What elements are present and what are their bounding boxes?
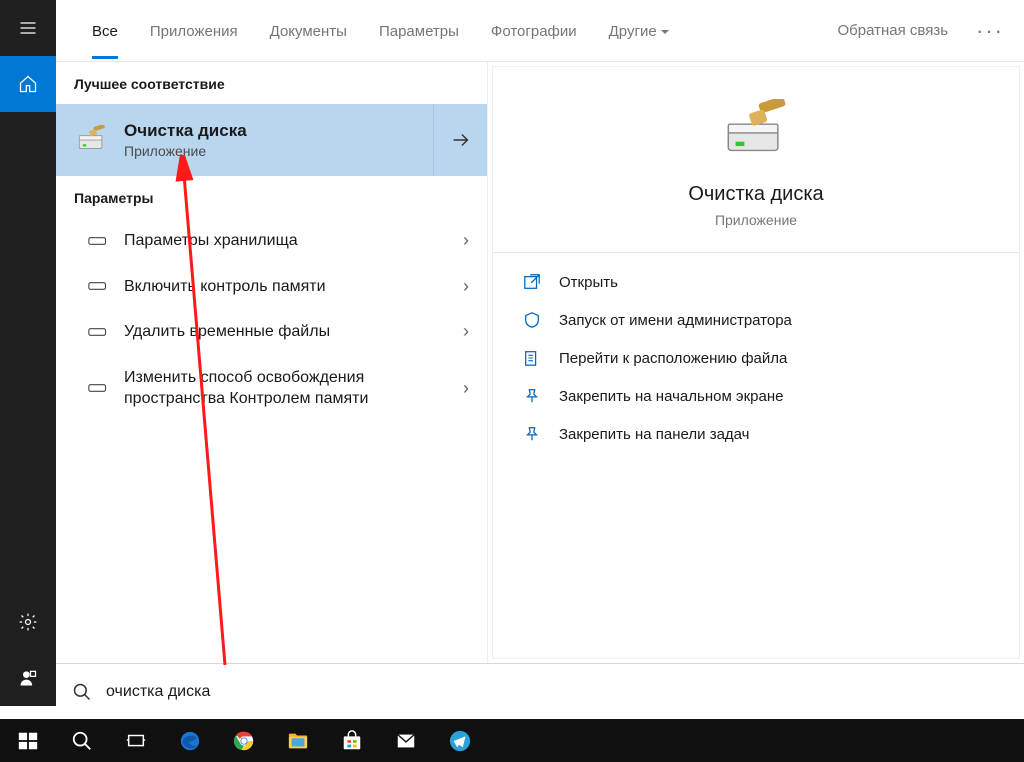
menu-button[interactable] xyxy=(0,0,56,56)
chevron-down-icon xyxy=(661,30,669,34)
person-icon xyxy=(18,668,38,688)
settings-glyph-icon xyxy=(88,327,110,337)
settings-glyph-icon xyxy=(88,236,110,246)
detail-column: Очистка диска Приложение Открыть Запуск … xyxy=(492,66,1020,659)
action-run-admin[interactable]: Запуск от имени администратора xyxy=(493,301,1019,339)
top-tabs: Все Приложения Документы Параметры Фотог… xyxy=(56,0,1024,62)
tab-apps[interactable]: Приложения xyxy=(134,3,254,59)
arrow-right-icon xyxy=(450,129,472,151)
taskbar-start-button[interactable] xyxy=(4,720,52,761)
feedback-link[interactable]: Обратная связь xyxy=(838,22,949,39)
mail-icon xyxy=(395,730,417,752)
shield-admin-icon xyxy=(523,311,541,329)
chevron-right-icon: › xyxy=(463,378,469,399)
disk-cleanup-icon xyxy=(74,122,110,158)
tab-more[interactable]: Другие xyxy=(593,3,685,59)
settings-glyph-icon xyxy=(88,383,110,393)
profile-button[interactable] xyxy=(0,650,56,706)
hamburger-icon xyxy=(18,18,38,38)
gear-icon xyxy=(18,612,38,632)
home-button[interactable] xyxy=(0,56,56,112)
disk-cleanup-large-icon xyxy=(721,99,791,163)
search-bar xyxy=(56,663,1024,719)
taskbar-chrome-button[interactable] xyxy=(220,720,268,761)
taskbar-taskview-button[interactable] xyxy=(112,720,160,761)
settings-item-memory-control[interactable]: Включить контроль памяти › xyxy=(56,264,487,310)
best-match-subtitle: Приложение xyxy=(124,143,433,159)
action-list: Открыть Запуск от имени администратора П… xyxy=(493,253,1019,463)
action-open[interactable]: Открыть xyxy=(493,263,1019,301)
action-label: Открыть xyxy=(559,274,618,291)
settings-item-delete-temp[interactable]: Удалить временные файлы › xyxy=(56,309,487,355)
chevron-right-icon: › xyxy=(463,230,469,251)
action-label: Закрепить на панели задач xyxy=(559,426,750,443)
action-label: Перейти к расположению файла xyxy=(559,350,787,367)
telegram-icon xyxy=(449,730,471,752)
settings-item-label: Удалить временные файлы xyxy=(124,321,463,343)
tab-settings[interactable]: Параметры xyxy=(363,3,475,59)
results-column: Лучшее соответствие Очистка диска Прилож… xyxy=(56,62,488,663)
settings-item-label: Параметры хранилища xyxy=(124,230,463,252)
settings-glyph-icon xyxy=(88,281,110,291)
search-icon xyxy=(72,682,92,702)
taskbar-telegram-button[interactable] xyxy=(436,720,484,761)
settings-item-change-free[interactable]: Изменить способ освобождения пространств… xyxy=(56,355,487,422)
action-label: Запуск от имени администратора xyxy=(559,312,792,329)
action-open-location[interactable]: Перейти к расположению файла xyxy=(493,339,1019,377)
more-options-button[interactable]: ··· xyxy=(976,18,1004,44)
settings-item-label: Включить контроль памяти xyxy=(124,276,463,298)
best-match-expand-button[interactable] xyxy=(433,104,487,176)
taskbar xyxy=(0,719,1024,762)
settings-item-label: Изменить способ освобождения пространств… xyxy=(124,367,463,410)
left-rail xyxy=(0,0,56,706)
folder-open-icon xyxy=(523,349,541,367)
tab-all[interactable]: Все xyxy=(76,3,134,59)
taskbar-explorer-button[interactable] xyxy=(274,720,322,761)
main-panel: Лучшее соответствие Очистка диска Прилож… xyxy=(56,62,1024,663)
store-icon xyxy=(341,730,363,752)
taskbar-search-button[interactable] xyxy=(58,720,106,761)
settings-button[interactable] xyxy=(0,594,56,650)
best-match-title: Очистка диска xyxy=(124,121,433,141)
best-match-item[interactable]: Очистка диска Приложение xyxy=(56,104,487,176)
tab-documents[interactable]: Документы xyxy=(254,3,363,59)
detail-title: Очистка диска xyxy=(513,183,999,206)
pin-icon xyxy=(523,425,541,443)
detail-header: Очистка диска Приложение xyxy=(493,67,1019,253)
chevron-right-icon: › xyxy=(463,276,469,297)
action-label: Закрепить на начальном экране xyxy=(559,388,783,405)
taskbar-store-button[interactable] xyxy=(328,720,376,761)
edge-icon xyxy=(179,730,201,752)
chrome-icon xyxy=(233,730,255,752)
pin-icon xyxy=(523,387,541,405)
best-match-header: Лучшее соответствие xyxy=(56,62,487,104)
chevron-right-icon: › xyxy=(463,321,469,342)
search-input[interactable] xyxy=(106,683,1008,701)
action-pin-start[interactable]: Закрепить на начальном экране xyxy=(493,377,1019,415)
taskbar-edge-button[interactable] xyxy=(166,720,214,761)
search-icon xyxy=(71,730,93,752)
tab-photos[interactable]: Фотографии xyxy=(475,3,593,59)
task-view-icon xyxy=(125,730,147,752)
settings-item-storage[interactable]: Параметры хранилища › xyxy=(56,218,487,264)
folder-icon xyxy=(287,730,309,752)
detail-subtitle: Приложение xyxy=(513,212,999,228)
home-icon xyxy=(18,74,38,94)
action-pin-taskbar[interactable]: Закрепить на панели задач xyxy=(493,415,1019,453)
open-icon xyxy=(523,273,541,291)
windows-icon xyxy=(17,730,39,752)
taskbar-mail-button[interactable] xyxy=(382,720,430,761)
settings-header: Параметры xyxy=(56,176,487,218)
